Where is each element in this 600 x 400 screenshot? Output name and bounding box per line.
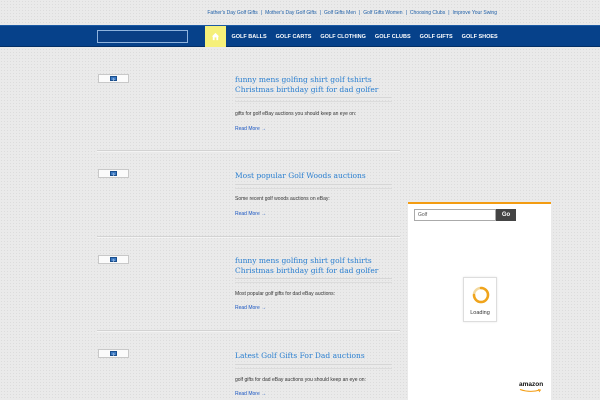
loading-label: Loading: [470, 310, 490, 316]
top-link-golf-gifts-women[interactable]: Golf Gifts Women: [363, 10, 402, 16]
widget-go-button[interactable]: Go: [496, 209, 516, 221]
missing-image-icon: ?: [110, 351, 117, 357]
post-title-line[interactable]: Christmas birthday gift for dad golfer: [235, 266, 378, 276]
post-thumbnail[interactable]: ?: [98, 169, 129, 178]
post-divider: [97, 236, 400, 238]
post-excerpt: Some recent golf woods auctions on eBay:: [235, 196, 330, 202]
post-thumbnail[interactable]: ?: [98, 74, 129, 83]
title-underline: [235, 368, 392, 369]
post-title-line[interactable]: funny mens golfing shirt golf tshirts: [235, 256, 378, 266]
main-nav: GOLF BALLS GOLF CARTS GOLF CLOTHING GOLF…: [0, 25, 600, 47]
title-underline: [235, 278, 392, 279]
post-excerpt: golf gifts for dad eBay auctions you sho…: [235, 377, 366, 383]
post: ? funny mens golfing shirt golf tshirts …: [97, 241, 400, 336]
title-underline: [235, 188, 392, 189]
title-underline: [235, 101, 392, 102]
separator: |: [358, 10, 361, 16]
amazon-search-widget: Go Loading amazon: [408, 202, 551, 400]
post-title-line[interactable]: Latest Golf Gifts For Dad auctions: [235, 351, 365, 361]
post-thumbnail[interactable]: ?: [98, 349, 129, 358]
title-underline: [235, 282, 392, 283]
post-divider: [97, 150, 400, 152]
missing-image-icon: ?: [110, 76, 117, 82]
post-title-line[interactable]: funny mens golfing shirt golf tshirts: [235, 75, 378, 85]
post: ? Latest Golf Gifts For Dad auctions gol…: [97, 335, 400, 400]
top-links-bar: Father's Day Golf Gifts | Mother's Day G…: [0, 0, 600, 25]
separator: |: [448, 10, 450, 16]
post: ? Most popular Golf Woods auctions Some …: [97, 155, 400, 240]
top-link-choosing-clubs[interactable]: Choosing Clubs: [410, 10, 445, 16]
nav-search-input[interactable]: [97, 30, 188, 43]
nav-item-golf-shoes[interactable]: GOLF SHOES: [457, 26, 502, 47]
post-title[interactable]: Latest Golf Gifts For Dad auctions: [235, 351, 365, 361]
nav-item-golf-carts[interactable]: GOLF CARTS: [271, 26, 316, 47]
nav-home-button[interactable]: [205, 26, 226, 47]
nav-item-golf-gifts[interactable]: GOLF GIFTS: [415, 26, 457, 47]
separator: |: [319, 10, 321, 16]
title-underline: [235, 184, 392, 185]
post-divider: [97, 330, 400, 332]
read-more-link[interactable]: Read More →: [235, 211, 266, 217]
read-more-link[interactable]: Read More →: [235, 126, 266, 132]
post-title-line[interactable]: Christmas birthday gift for dad golfer: [235, 85, 378, 95]
loading-spinner-icon: [472, 286, 490, 304]
top-link-golf-gifts-men[interactable]: Golf Gifts Men: [324, 10, 356, 16]
top-link-fathers-day[interactable]: Father's Day Golf Gifts: [207, 10, 257, 16]
post-title[interactable]: funny mens golfing shirt golf tshirts Ch…: [235, 75, 378, 95]
separator: |: [405, 10, 407, 16]
post-title-line[interactable]: Most popular Golf Woods auctions: [235, 171, 366, 181]
nav-items: GOLF BALLS GOLF CARTS GOLF CLOTHING GOLF…: [227, 26, 502, 47]
title-underline: [235, 364, 392, 365]
nav-item-golf-balls[interactable]: GOLF BALLS: [227, 26, 271, 47]
title-underline: [235, 97, 392, 98]
top-link-improve-swing[interactable]: Improve Your Swing: [453, 10, 497, 16]
home-icon: [211, 32, 220, 41]
missing-image-icon: ?: [110, 257, 117, 263]
post-thumbnail[interactable]: ?: [98, 255, 129, 264]
post-title[interactable]: Most popular Golf Woods auctions: [235, 171, 366, 181]
top-link-mothers-day[interactable]: Mother's Day Golf Gifts: [265, 10, 317, 16]
nav-item-golf-clubs[interactable]: GOLF CLUBS: [370, 26, 415, 47]
widget-search-input[interactable]: [414, 209, 496, 221]
read-more-link[interactable]: Read More →: [235, 305, 266, 311]
read-more-link[interactable]: Read More →: [235, 391, 266, 397]
post-excerpt: gifts for golf eBay auctions you should …: [235, 111, 357, 117]
separator: |: [260, 10, 263, 16]
amazon-smile-icon: [519, 389, 542, 393]
missing-image-icon: ?: [110, 171, 117, 177]
top-links: Father's Day Golf Gifts | Mother's Day G…: [207, 10, 497, 16]
amazon-logo[interactable]: amazon: [519, 381, 543, 388]
post-title[interactable]: funny mens golfing shirt golf tshirts Ch…: [235, 256, 378, 276]
loading-panel: Loading: [463, 277, 497, 322]
post: ? funny mens golfing shirt golf tshirts …: [97, 60, 400, 155]
post-excerpt: Most popular golf gifts for dad eBay auc…: [235, 291, 336, 297]
nav-item-golf-clothing[interactable]: GOLF CLOTHING: [316, 26, 371, 47]
